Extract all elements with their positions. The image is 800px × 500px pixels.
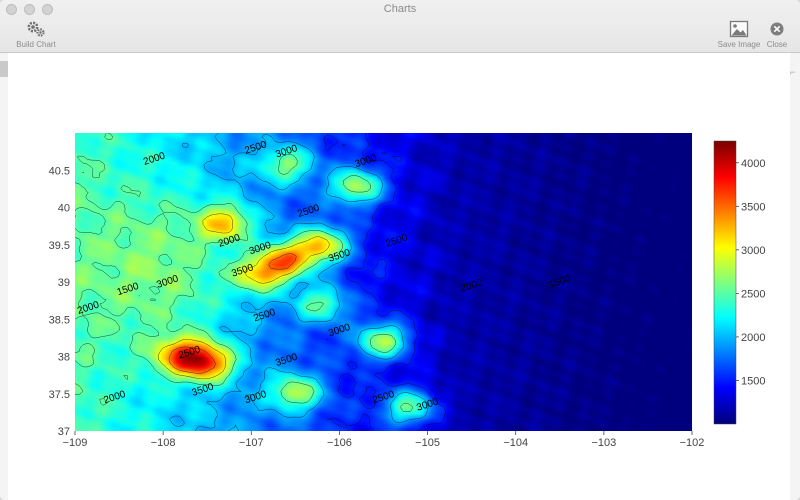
x-tick-label: −102 (680, 437, 705, 449)
save-image-button[interactable]: Save Image (716, 20, 762, 49)
colorbar-tick-label: 1500 (741, 375, 765, 387)
y-tick-label: 39.5 (49, 240, 70, 252)
colorbar-tick-label: 3500 (741, 201, 765, 213)
build-chart-label: Build Chart (16, 40, 56, 49)
x-tick-label: −105 (415, 437, 440, 449)
edge-marker: ⌐ (790, 67, 796, 77)
close-button[interactable]: Close (764, 20, 790, 49)
title-bar: Charts Build Chart Save Image Close (0, 0, 800, 53)
y-tick-label: 37 (58, 426, 70, 438)
y-tick-label: 40.5 (49, 165, 70, 177)
colorbar-ticks: 1500 2000 2500 3000 3500 4000 (736, 158, 765, 387)
x-tick-label: −109 (63, 437, 88, 449)
y-axis: 37 37.5 38 38.5 39 39.5 40 40.5 (49, 165, 70, 438)
x-tick-label: −103 (591, 437, 616, 449)
y-tick-label: 39 (58, 277, 70, 289)
gears-icon (27, 21, 45, 37)
x-tick-label: −108 (151, 437, 176, 449)
y-tick-label: 38.5 (49, 314, 70, 326)
chart-panel: 2000 2500 3000 3000 2500 2000 3000 3500 2500 3500… (8, 53, 790, 500)
content-area: ⌐ 2000 2500 3000 3000 2500 2000 3000 3500 2500 35… (0, 53, 800, 500)
colorbar-tick-label: 3000 (741, 245, 765, 257)
close-label: Close (766, 40, 788, 49)
colorbar-tick-label: 2000 (741, 332, 765, 344)
app-window: Charts Build Chart Save Image Close ⌐ 20… (0, 0, 800, 500)
y-tick-label: 38 (58, 352, 70, 364)
colorbar (714, 141, 736, 424)
close-circle-icon (770, 22, 784, 36)
colorbar-tick-label: 4000 (741, 158, 765, 170)
x-axis: −109 −108 −107 −106 −105 −104 −103 −102 (63, 431, 705, 449)
window-title: Charts (383, 3, 417, 15)
y-tick-label: 40 (58, 203, 70, 215)
x-tick-label: −106 (327, 437, 352, 449)
image-icon (729, 20, 749, 38)
y-tick-label: 37.5 (49, 389, 70, 401)
scroll-handle[interactable] (0, 61, 8, 77)
save-image-label: Save Image (717, 40, 761, 49)
x-tick-label: −104 (503, 437, 528, 449)
x-tick-label: −107 (239, 437, 264, 449)
contour-chart[interactable]: 20002500 3000300025002000 3000 350025003500… (8, 53, 790, 500)
build-chart-button[interactable]: Build Chart (14, 20, 58, 49)
colorbar-tick-label: 2500 (741, 288, 765, 300)
